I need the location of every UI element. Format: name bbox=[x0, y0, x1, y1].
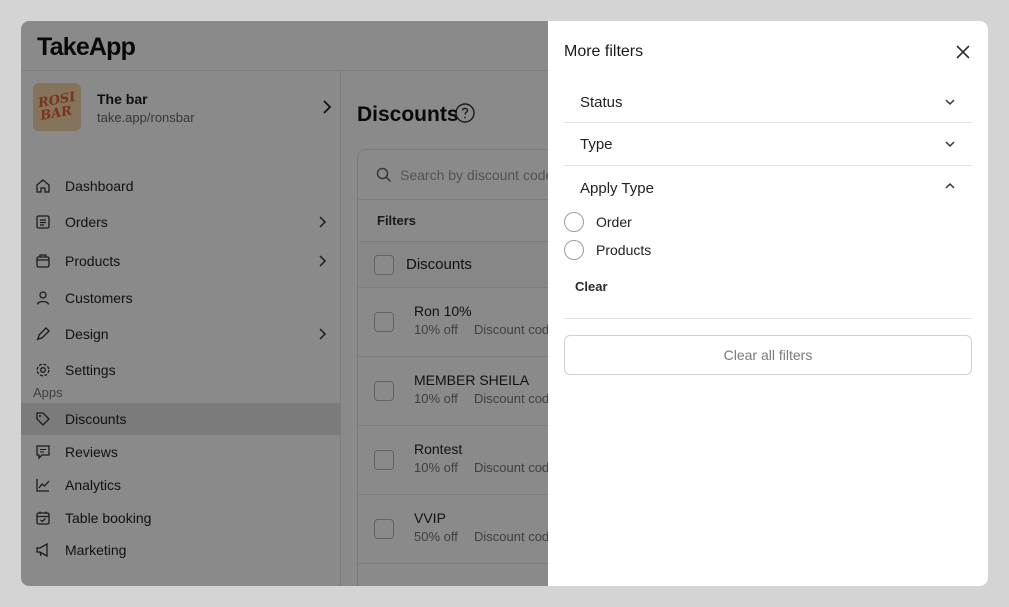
filter-section-label[interactable]: Apply Type bbox=[580, 180, 654, 197]
radio-circle[interactable] bbox=[564, 240, 584, 260]
panel-title: More filters bbox=[564, 43, 644, 60]
chevron-up-icon[interactable] bbox=[944, 180, 956, 192]
filter-section-type[interactable]: Type bbox=[564, 123, 972, 166]
clear-button[interactable]: Clear bbox=[575, 279, 608, 294]
filter-section-status[interactable]: Status bbox=[564, 81, 972, 123]
radio-circle[interactable] bbox=[564, 212, 584, 232]
filter-section-label: Type bbox=[580, 136, 613, 153]
more-filters-panel: More filters Status Type Apply Type Orde… bbox=[548, 21, 988, 586]
radio-label: Products bbox=[596, 242, 652, 258]
chevron-down-icon bbox=[945, 141, 955, 148]
app-window: TakeApp ROSI BAR The bar take.app/ronsba… bbox=[21, 21, 988, 586]
close-icon[interactable] bbox=[952, 41, 974, 63]
clear-all-filters-button[interactable]: Clear all filters bbox=[564, 335, 972, 375]
filter-section-label: Status bbox=[580, 94, 623, 111]
radio-label: Order bbox=[596, 214, 632, 230]
chevron-down-icon bbox=[945, 99, 955, 106]
